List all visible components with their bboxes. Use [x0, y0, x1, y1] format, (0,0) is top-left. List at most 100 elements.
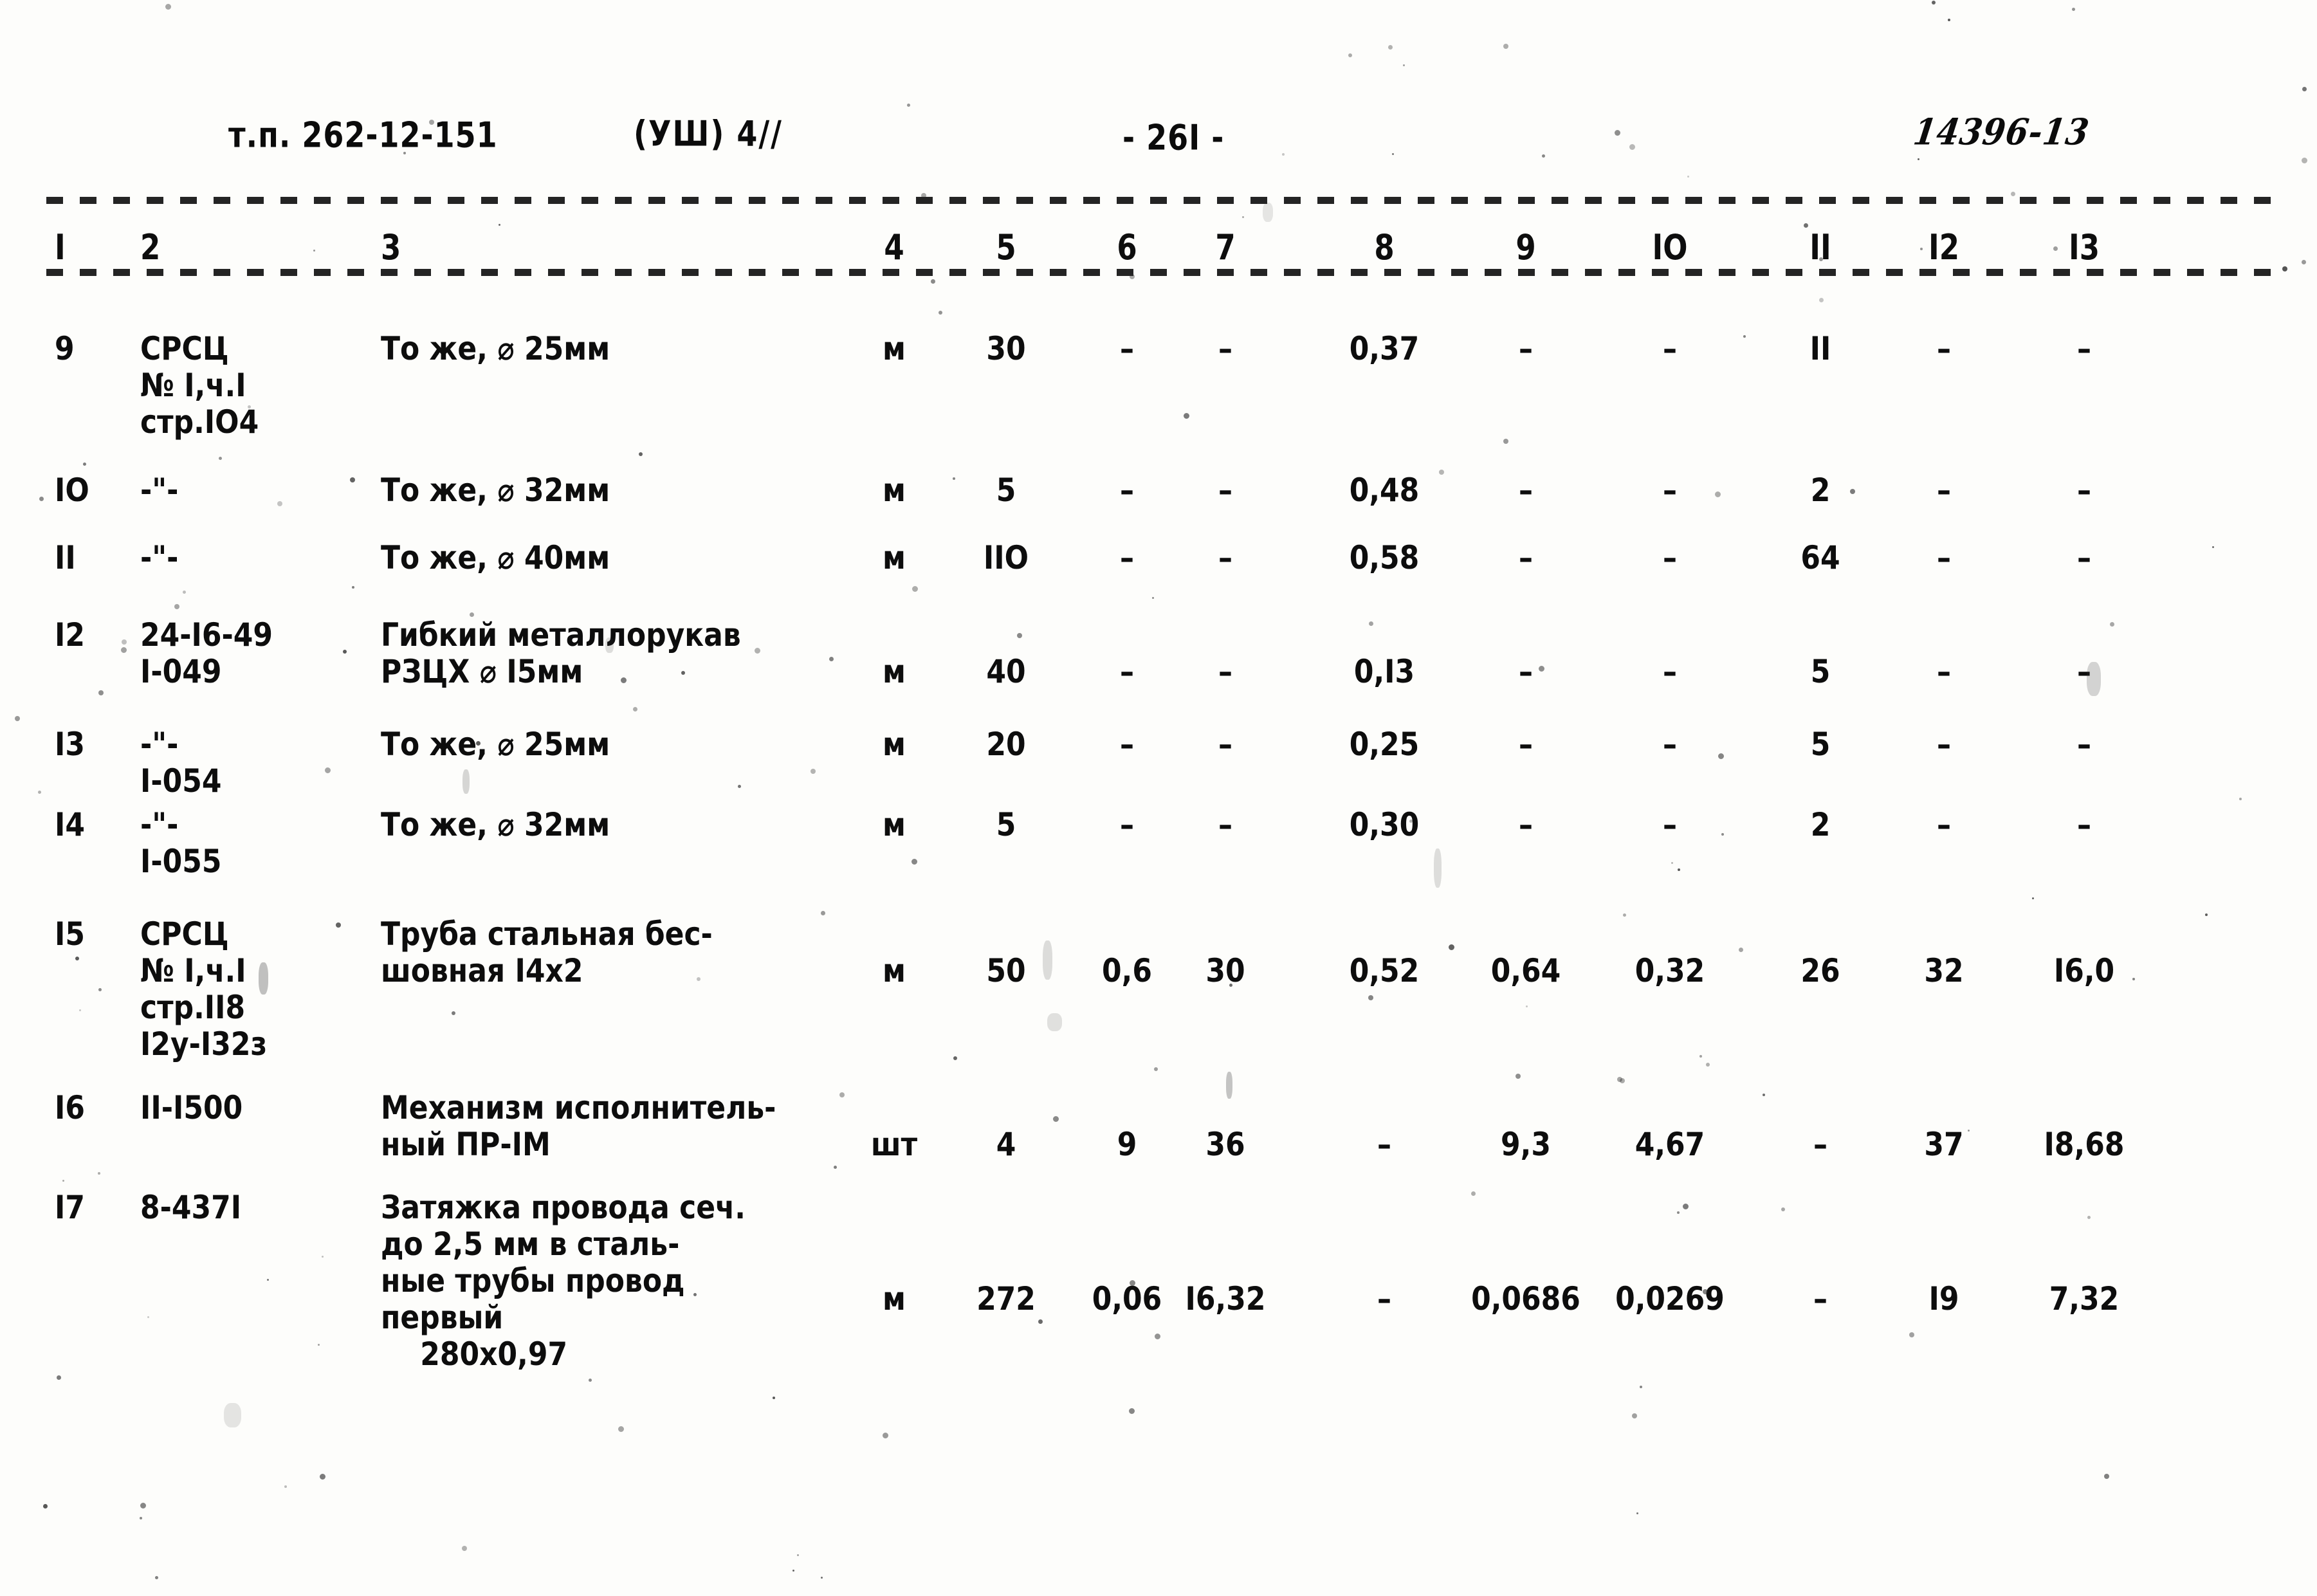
scan-speck — [797, 1554, 799, 1556]
scan-smudge — [605, 637, 614, 653]
row-9-col-7-value: I6,32 — [1185, 1280, 1266, 1318]
scan-speck — [1920, 248, 1923, 250]
row-1-description-line-1: То же, ⌀ 25мм — [381, 330, 610, 368]
scan-speck — [1968, 1130, 1970, 1132]
scan-speck — [1152, 597, 1154, 599]
scan-speck — [1804, 223, 1808, 228]
scan-speck — [1403, 64, 1405, 66]
scan-speck — [140, 1503, 146, 1509]
scan-speck — [1449, 944, 1454, 950]
row-6-source-reference-line-1: -"- — [140, 806, 179, 844]
scan-speck — [939, 311, 942, 315]
column-header-2: 2 — [140, 226, 161, 268]
scan-speck — [122, 639, 127, 645]
scan-speck — [633, 707, 637, 711]
scan-speck — [1184, 413, 1189, 419]
row-7-col-13-value: I6,0 — [2053, 952, 2115, 990]
scan-speck — [618, 1426, 624, 1432]
scan-speck — [403, 152, 406, 154]
row-7-col-7-value: 30 — [1205, 952, 1245, 990]
scan-smudge — [224, 1403, 241, 1427]
row-2-description-line-1: То же, ⌀ 32мм — [381, 472, 610, 509]
row-3-col-13-value: – — [2077, 539, 2091, 577]
row-9-description-line-5: 280х0,97 — [381, 1335, 568, 1373]
scan-speck — [1739, 948, 1743, 952]
scan-speck — [476, 741, 481, 746]
scan-speck — [693, 1293, 697, 1296]
scan-speck — [267, 1279, 269, 1281]
table-header-bottom-rule — [46, 269, 2271, 276]
row-8-col-7-value: 36 — [1205, 1126, 1245, 1164]
scan-speck — [429, 120, 434, 125]
scan-speck — [1699, 1055, 1702, 1058]
scan-speck — [931, 279, 935, 284]
scan-speck — [1368, 995, 1373, 1000]
table-top-rule — [46, 197, 2271, 204]
scan-speck — [248, 405, 251, 408]
scan-speck — [883, 1433, 888, 1438]
scan-speck — [1017, 633, 1022, 638]
row-5-col-7-value: – — [1218, 726, 1232, 764]
row-5-description-line-1: То же, ⌀ 25мм — [381, 726, 610, 764]
scan-speck — [79, 1009, 81, 1011]
scan-speck — [1471, 1191, 1476, 1196]
scan-speck — [1636, 1512, 1638, 1514]
scan-speck — [1503, 439, 1508, 444]
scan-speck — [821, 911, 825, 915]
scan-speck — [1392, 153, 1394, 155]
row-2-col-7-value: – — [1218, 472, 1232, 509]
scan-speck — [792, 1570, 794, 1572]
scan-speck — [1781, 1207, 1785, 1211]
scan-speck — [2053, 246, 2058, 251]
scan-speck — [1526, 1005, 1528, 1007]
scan-speck — [1721, 833, 1724, 836]
scan-speck — [183, 591, 186, 594]
row-2-col-13-value: – — [2077, 472, 2091, 509]
row-1-col-13-value: – — [2077, 330, 2091, 368]
row-7-source-reference-line-2: № I,ч.I — [140, 952, 246, 990]
row-5-col-13-value: – — [2077, 726, 2091, 764]
scan-speck — [621, 677, 627, 683]
scan-speck — [15, 716, 20, 721]
scan-speck — [165, 4, 171, 10]
scan-speck — [62, 1180, 64, 1182]
scan-speck — [839, 1092, 845, 1097]
scan-smudge — [1263, 203, 1273, 222]
scan-smudge — [462, 769, 470, 794]
row-5-position-number: I3 — [55, 726, 85, 764]
scan-speck — [639, 452, 643, 456]
row-1-col-7-value: – — [1218, 330, 1232, 368]
scan-speck — [277, 501, 282, 506]
scan-speck — [1516, 1074, 1521, 1079]
scan-speck — [2205, 913, 2208, 916]
scan-speck — [1539, 666, 1544, 672]
scan-speck — [1715, 491, 1721, 497]
scan-speck — [2212, 546, 2214, 548]
scan-speck — [2087, 1216, 2091, 1219]
scan-speck — [953, 477, 955, 480]
scan-speck — [174, 604, 179, 609]
row-9-description-line-1: Затяжка провода сеч. — [381, 1189, 746, 1227]
scan-speck — [2302, 158, 2307, 163]
row-9-position-number: I7 — [55, 1189, 85, 1227]
row-7-source-reference-line-4: I2у-I32з — [140, 1025, 268, 1063]
scan-speck — [773, 1397, 775, 1399]
scan-speck — [911, 859, 917, 865]
scan-speck — [1229, 984, 1232, 987]
row-7-description-line-1: Труба стальная бес- — [381, 915, 713, 953]
scan-speck — [1948, 19, 1950, 21]
scan-speck — [1053, 1116, 1059, 1122]
scan-speck — [318, 1344, 320, 1346]
row-3-source-reference-line-1: -"- — [140, 539, 179, 577]
scan-speck — [2302, 260, 2306, 264]
row-2-source-reference-line-1: -"- — [140, 472, 179, 509]
page-number: - 26I - — [1122, 117, 1225, 158]
scan-speck — [755, 648, 760, 654]
row-8-source-reference-line-1: II-I500 — [140, 1089, 243, 1127]
scan-speck — [921, 193, 926, 198]
row-5-source-reference-line-1: -"- — [140, 726, 179, 764]
row-6-col-7-value: – — [1218, 806, 1232, 844]
scan-speck — [2110, 622, 2114, 627]
scan-speck — [57, 1375, 61, 1380]
scan-speck — [140, 1517, 142, 1519]
